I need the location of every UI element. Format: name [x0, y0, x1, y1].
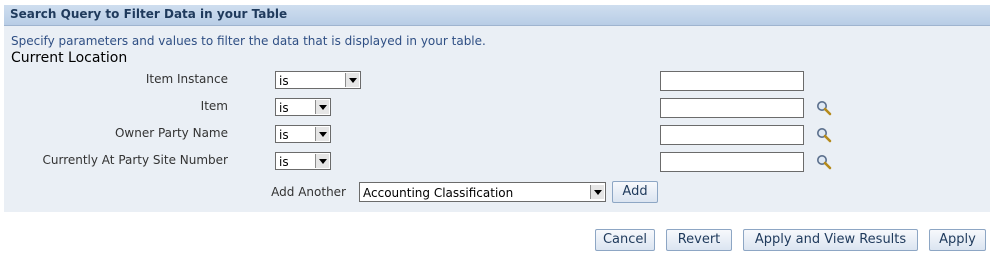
revert-button[interactable]: Revert	[666, 229, 732, 251]
value-input-item-instance[interactable]	[660, 71, 804, 91]
operator-value: is	[279, 155, 289, 169]
add-another-value: Accounting Classification	[363, 186, 514, 200]
label-item-instance: Item Instance	[145, 72, 228, 86]
add-another-label: Add Another	[271, 185, 346, 199]
label-party-site-number: Currently At Party Site Number	[42, 153, 228, 167]
search-icon[interactable]	[816, 127, 832, 143]
section-title: Current Location	[11, 50, 128, 66]
dropdown-arrow-icon[interactable]	[315, 127, 329, 141]
panel-header: Search Query to Filter Data in your Tabl…	[4, 5, 990, 26]
operator-select-owner-party-name[interactable]: is	[275, 125, 331, 143]
dropdown-arrow-icon[interactable]	[315, 100, 329, 114]
apply-button[interactable]: Apply	[929, 229, 986, 251]
label-item: Item	[200, 99, 228, 113]
value-input-item[interactable]	[660, 98, 804, 118]
dropdown-arrow-icon[interactable]	[315, 154, 329, 168]
search-icon[interactable]	[816, 154, 832, 170]
value-input-party-site-number[interactable]	[660, 152, 804, 172]
instructions-text: Specify parameters and values to filter …	[11, 34, 486, 48]
operator-value: is	[279, 101, 289, 115]
cancel-button[interactable]: Cancel	[595, 229, 655, 251]
operator-select-item[interactable]: is	[275, 98, 331, 116]
panel-title: Search Query to Filter Data in your Tabl…	[10, 7, 288, 21]
dropdown-arrow-icon[interactable]	[345, 73, 359, 87]
add-another-select[interactable]: Accounting Classification	[359, 182, 606, 202]
add-button[interactable]: Add	[612, 181, 658, 203]
dropdown-arrow-icon[interactable]	[590, 185, 604, 199]
search-query-panel: Search Query to Filter Data in your Tabl…	[4, 5, 990, 212]
value-input-owner-party-name[interactable]	[660, 125, 804, 145]
apply-and-view-results-button[interactable]: Apply and View Results	[743, 229, 918, 251]
operator-value: is	[279, 74, 289, 88]
operator-value: is	[279, 128, 289, 142]
search-icon[interactable]	[816, 100, 832, 116]
operator-select-party-site-number[interactable]: is	[275, 152, 331, 170]
operator-select-item-instance[interactable]: is	[275, 71, 361, 89]
label-owner-party-name: Owner Party Name	[114, 126, 228, 140]
